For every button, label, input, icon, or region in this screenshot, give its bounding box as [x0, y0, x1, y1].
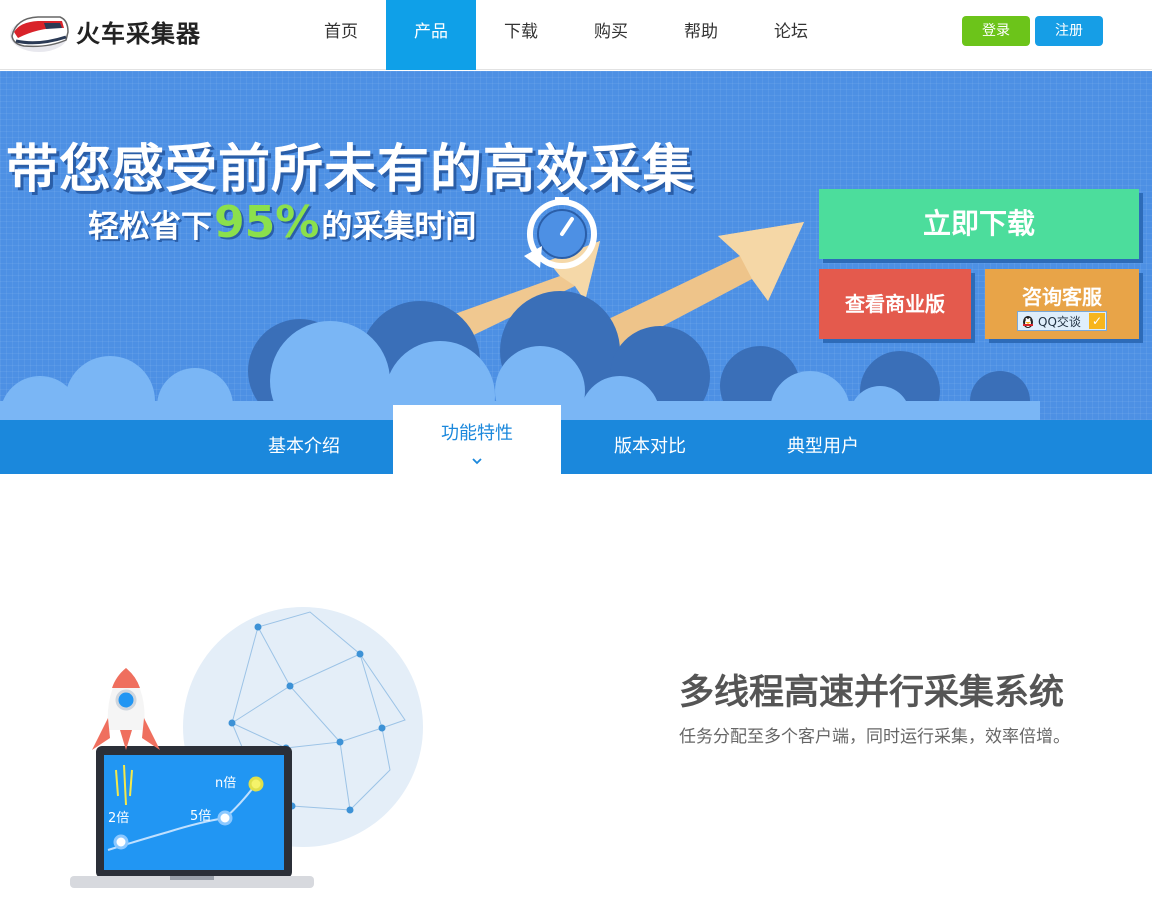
top-navigation-bar: 火车采集器 首页 产品 下载 购买 帮助 论坛 登录 注册: [0, 0, 1152, 70]
qq-chat-label: QQ交谈: [1038, 314, 1081, 329]
hero-banner: 带您感受前所未有的高效采集 轻松省下 95% 的采集时间 立即下载 查看商业版 …: [0, 71, 1152, 420]
tab-features[interactable]: 功能特性: [393, 405, 561, 474]
laptop-icon: 2倍 5倍 n倍: [70, 746, 314, 888]
stopwatch-icon: [524, 197, 597, 269]
banner-subline: 轻松省下 95% 的采集时间: [88, 197, 476, 248]
feature-description: 任务分配至多个客户端，同时运行采集，效率倍增。: [679, 727, 1070, 747]
login-button[interactable]: 登录: [962, 16, 1030, 46]
download-now-button[interactable]: 立即下载: [819, 189, 1139, 259]
view-business-edition-button[interactable]: 查看商业版: [819, 269, 971, 339]
chart-label-nx: n倍: [215, 776, 236, 791]
logo-text: 火车采集器: [76, 19, 201, 48]
nav-item-forum[interactable]: 论坛: [746, 0, 836, 70]
chart-label-2x: 2倍: [108, 811, 129, 826]
contact-support-button[interactable]: 咨询客服 QQ交谈 ✓: [985, 269, 1139, 339]
tab-version-compare[interactable]: 版本对比: [566, 420, 734, 474]
tab-typical-users[interactable]: 典型用户: [739, 420, 907, 474]
subline-percent: 95%: [214, 197, 320, 248]
multithread-illustration: 2倍 5倍 n倍: [70, 607, 423, 888]
train-logo-icon: [10, 16, 69, 52]
nav-item-products[interactable]: 产品: [386, 0, 476, 70]
chart-label-5x: 5倍: [190, 809, 211, 824]
register-button[interactable]: 注册: [1035, 16, 1103, 46]
main-nav: 首页 产品 下载 购买 帮助 论坛: [296, 0, 836, 70]
tab-basic-intro[interactable]: 基本介绍: [220, 420, 388, 474]
tab-features-label: 功能特性: [441, 423, 513, 444]
nav-item-help[interactable]: 帮助: [656, 0, 746, 70]
subline-suffix: 的采集时间: [321, 209, 477, 245]
product-subtabs: 基本介绍 功能特性 版本对比 典型用户: [0, 405, 1152, 474]
nav-item-buy[interactable]: 购买: [566, 0, 656, 70]
nav-item-download[interactable]: 下载: [476, 0, 566, 70]
chevron-down-icon: [472, 458, 482, 465]
qq-chat-badge[interactable]: QQ交谈 ✓: [1017, 311, 1107, 331]
subline-prefix: 轻松省下: [88, 209, 212, 245]
qq-penguin-icon: [1023, 316, 1033, 328]
contact-support-label: 咨询客服: [1022, 285, 1102, 309]
check-icon: ✓: [1089, 313, 1105, 329]
nav-item-home[interactable]: 首页: [296, 0, 386, 70]
site-logo[interactable]: 火车采集器: [8, 6, 218, 56]
banner-headline: 带您感受前所未有的高效采集: [6, 140, 696, 200]
feature-title: 多线程高速并行采集系统: [679, 673, 1065, 713]
